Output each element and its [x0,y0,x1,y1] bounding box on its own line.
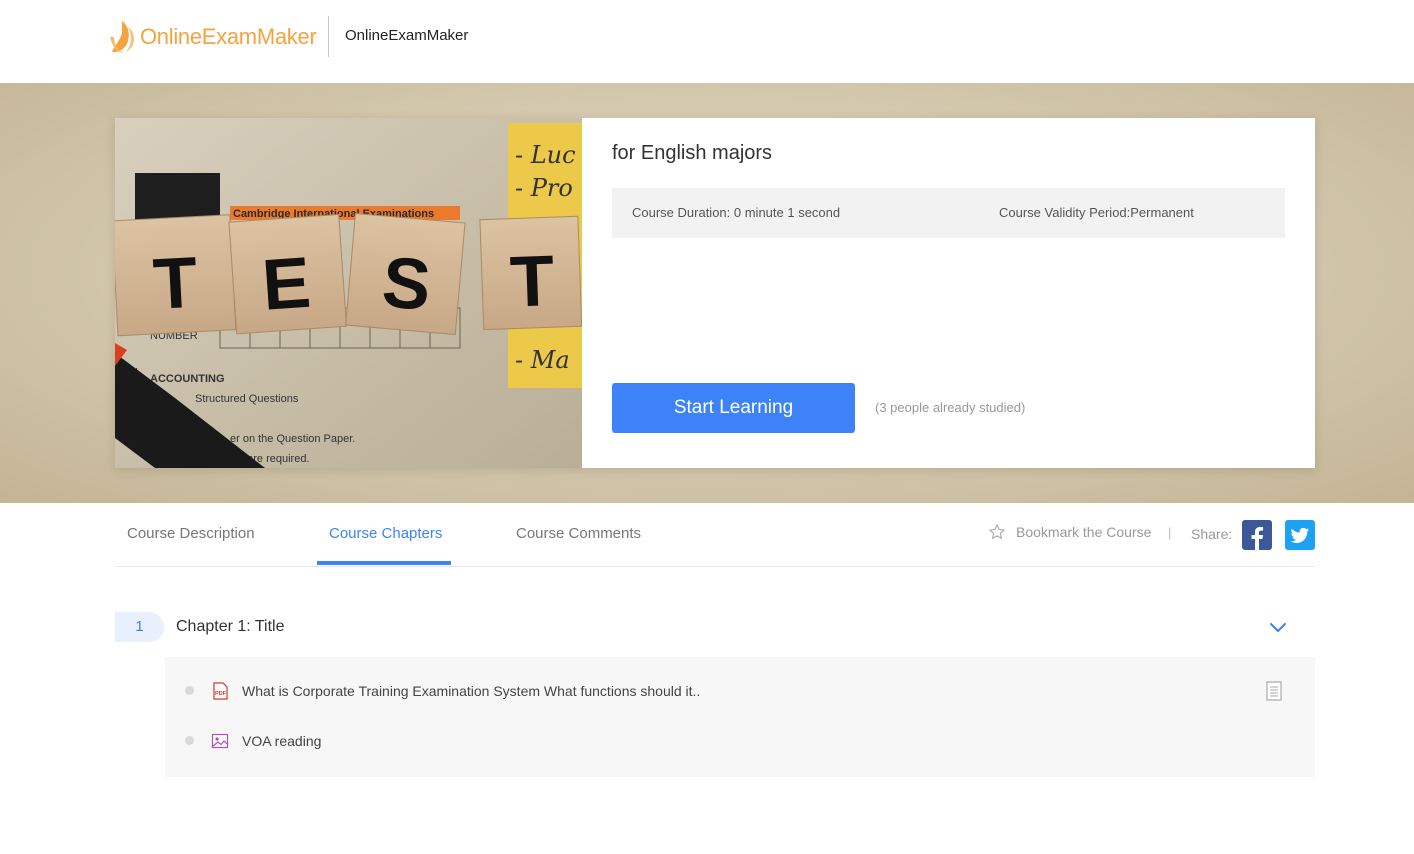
header-divider [328,16,329,57]
course-cover-image: Cambridge International Examinations NUM… [115,118,582,468]
document-icon[interactable] [1265,681,1283,701]
start-learning-button[interactable]: Start Learning [612,383,855,433]
twitter-share-button[interactable] [1285,520,1315,550]
chapter-title: Chapter 1: Title [176,618,285,635]
twitter-icon [1290,527,1309,543]
tab-course-description[interactable]: Course Description [127,525,255,542]
note-line-2: - Pro [515,174,573,202]
active-tab-indicator [317,561,451,565]
svg-text:PDF: PDF [215,691,227,697]
course-duration: Course Duration: 0 minute 1 second [632,205,841,220]
tile-4: T [509,241,556,322]
site-name[interactable]: OnlineExamMaker [345,27,468,44]
lesson-status-dot [185,686,194,695]
note-line-3: - Ma [515,346,570,374]
image-icon [211,733,229,749]
course-hero: Cambridge International Examinations NUM… [0,83,1414,503]
pdf-icon: PDF [213,682,228,700]
lesson-list: PDF What is Corporate Training Examinati… [165,657,1315,777]
facebook-icon [1251,526,1264,550]
logo-leaf-icon [110,21,135,53]
bookmark-button[interactable]: Bookmark the Course [988,523,1151,541]
chapter-number: 1 [115,612,164,642]
bookmark-label: Bookmark the Course [1016,524,1152,540]
lesson-status-dot [185,736,194,745]
share-label: Share: [1191,526,1233,542]
logo-text: OnlineExamMaker [140,24,317,49]
tab-course-comments[interactable]: Course Comments [516,525,641,542]
top-header: OnlineExamMaker OnlineExamMaker [0,0,1414,83]
paper-line-3: Structured Questions [195,393,299,405]
tile-3: S [379,242,434,326]
course-validity: Course Validity Period:Permanent [999,205,1194,220]
course-info-bar: Course Duration: 0 minute 1 second Cours… [612,188,1285,238]
tile-1: T [151,243,199,325]
paper-line-2: ACCOUNTING [150,373,225,385]
site-logo[interactable]: OnlineExamMaker [108,18,317,56]
lesson-item[interactable]: VOA reading [165,721,1315,761]
tile-2: E [260,243,313,326]
divider: | [1168,525,1172,540]
facebook-share-button[interactable] [1242,520,1272,550]
chapter-header[interactable]: 1 Chapter 1: Title [115,612,1315,642]
note-line-1: - Luc [515,141,576,169]
tab-course-chapters[interactable]: Course Chapters [329,525,442,542]
course-card: Cambridge International Examinations NUM… [115,118,1315,468]
lesson-item[interactable]: PDF What is Corporate Training Examinati… [165,671,1315,711]
course-title: for English majors [612,142,773,164]
star-icon [989,524,1005,539]
paper-line-4: er on the Question Paper. [230,433,355,445]
course-tabs: Course Description Course Chapters Cours… [115,503,1315,567]
lesson-label: What is Corporate Training Examination S… [242,683,701,699]
lesson-label: VOA reading [242,733,322,749]
studied-count: (3 people already studied) [875,400,1026,415]
chevron-down-icon[interactable] [1268,618,1288,638]
